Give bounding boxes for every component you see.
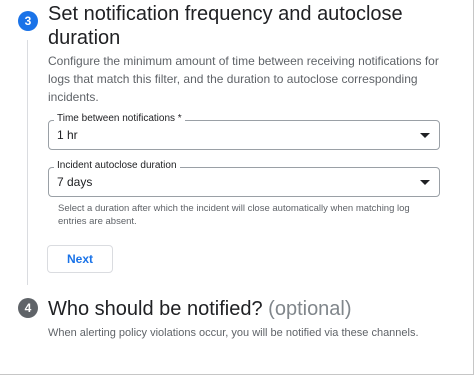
dropdown-arrow-icon: [420, 133, 430, 138]
step-connector-line: [27, 40, 28, 285]
next-button[interactable]: Next: [47, 245, 113, 273]
step-4-number: 4: [24, 301, 32, 315]
time-between-notifications-select[interactable]: Time between notifications * 1 hr: [48, 113, 440, 150]
time-between-notifications-value: 1 hr: [57, 128, 78, 142]
step-4-title: Who should be notified?: [48, 298, 263, 320]
dropdown-arrow-icon: [420, 180, 430, 185]
step-4-description: When alerting policy violations occur, y…: [48, 327, 419, 339]
step-3-description: Configure the minimum amount of time bet…: [48, 54, 439, 104]
step-4-title-row[interactable]: Who should be notified? (optional): [48, 297, 352, 321]
incident-autoclose-duration-select[interactable]: Incident autoclose duration 7 days: [48, 160, 440, 197]
step-3-number: 3: [24, 14, 32, 28]
step-4-badge: 4: [18, 298, 38, 318]
incident-autoclose-duration-value: 7 days: [57, 175, 93, 189]
step-3-badge: 3: [18, 11, 38, 31]
incident-autoclose-duration-label: Incident autoclose duration: [54, 160, 180, 172]
step-3-title: Set notification frequency and autoclose…: [48, 3, 403, 49]
step-4-optional-label: (optional): [268, 298, 352, 320]
time-between-notifications-label: Time between notifications *: [54, 113, 185, 125]
autoclose-hint-text: Select a duration after which the incide…: [58, 203, 410, 227]
